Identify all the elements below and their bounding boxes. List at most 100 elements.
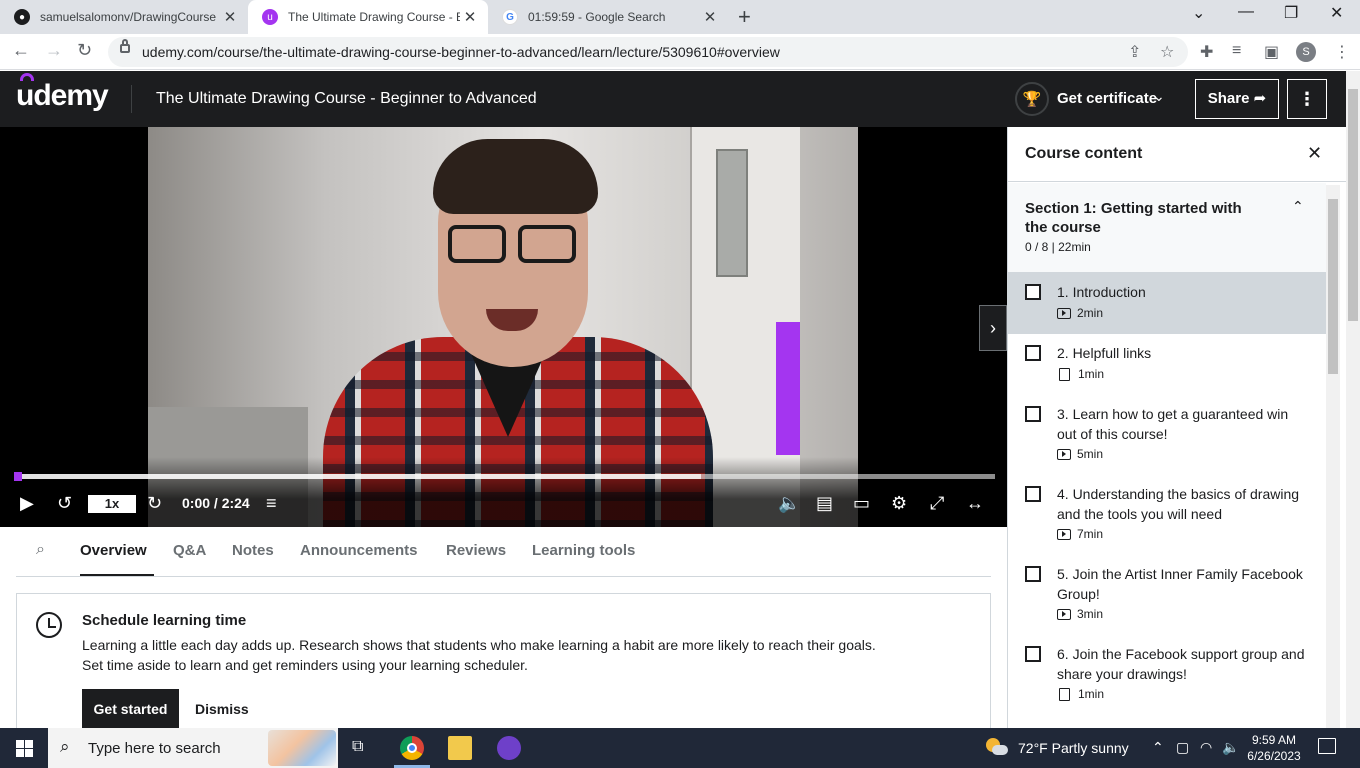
lecture-checkbox[interactable] bbox=[1025, 406, 1041, 422]
schedule-learning-card: Schedule learning time Learning a little… bbox=[16, 593, 991, 743]
video-panel bbox=[716, 149, 748, 277]
tray-chevron-icon[interactable]: ⌃ bbox=[1152, 739, 1164, 756]
back-icon[interactable]: ← bbox=[12, 40, 30, 61]
extensions-icon[interactable]: ✚ bbox=[1200, 42, 1213, 62]
lecture-title: 4. Understanding the basics of drawing a… bbox=[1057, 486, 1300, 522]
tab-learning-tools[interactable]: Learning tools bbox=[532, 542, 635, 559]
chrome-taskbar-icon[interactable] bbox=[400, 736, 424, 760]
weather-text[interactable]: 72°F Partly sunny bbox=[1018, 740, 1129, 756]
udemy-logo[interactable]: udemy bbox=[16, 79, 109, 113]
play-icon[interactable]: ▶ bbox=[20, 493, 34, 514]
close-icon[interactable]: ✕ bbox=[1307, 143, 1322, 164]
search-icon[interactable]: ⌕ bbox=[36, 541, 45, 559]
purple-highlight-bar bbox=[776, 322, 800, 455]
close-window-icon[interactable]: ✕ bbox=[1330, 3, 1343, 23]
tab-overview[interactable]: Overview bbox=[80, 542, 147, 559]
tab-reviews[interactable]: Reviews bbox=[446, 542, 506, 559]
section-header[interactable]: Section 1: Getting started with the cour… bbox=[1008, 183, 1326, 273]
volume-icon[interactable]: 🔈 bbox=[778, 493, 800, 514]
sidebar-scrollbar[interactable] bbox=[1326, 185, 1340, 728]
expand-width-icon[interactable]: ↔ bbox=[966, 493, 984, 514]
page-scrollbar[interactable] bbox=[1346, 71, 1360, 728]
tab-qa[interactable]: Q&A bbox=[173, 542, 206, 559]
lecture-item[interactable]: 3. Learn how to get a guaranteed win out… bbox=[1008, 395, 1326, 475]
add-note-icon[interactable]: ≡ bbox=[266, 493, 277, 514]
next-lecture-arrow-icon[interactable]: › bbox=[979, 305, 1007, 351]
new-tab-icon[interactable]: + bbox=[738, 4, 751, 30]
address-bar: ← → ↻ udemy.com/course/the-ultimate-draw… bbox=[0, 34, 1360, 70]
trophy-icon[interactable]: 🏆 bbox=[1015, 82, 1049, 116]
notification-icon[interactable] bbox=[1318, 738, 1336, 754]
tab-notes[interactable]: Notes bbox=[232, 542, 274, 559]
weather-icon[interactable] bbox=[986, 738, 1008, 758]
close-tab-icon[interactable]: ✕ bbox=[460, 8, 480, 26]
playback-speed-button[interactable]: 1x bbox=[88, 495, 136, 513]
wifi-icon[interactable]: ◠ bbox=[1200, 739, 1212, 756]
share-button[interactable]: Share ➦ bbox=[1195, 79, 1279, 119]
lecture-item[interactable]: 2. Helpfull links 1min bbox=[1008, 334, 1326, 395]
reload-icon[interactable]: ↻ bbox=[77, 40, 92, 61]
video-player[interactable]: › ▶ ↺ 1x ↻ 0:00 / 2:24 ≡ 🔈 ▤ ▭ ⚙ ⤢ ↔ bbox=[0, 127, 1007, 527]
sidebar-scroll-thumb[interactable] bbox=[1328, 199, 1338, 374]
github-desktop-icon[interactable] bbox=[497, 736, 521, 760]
task-view-icon[interactable]: ⧉ bbox=[352, 738, 363, 756]
browser-tab-udemy[interactable]: u The Ultimate Drawing Course - B ✕ bbox=[248, 0, 488, 34]
forward-5s-icon[interactable]: ↻ bbox=[147, 493, 162, 514]
browser-tab-google[interactable]: G 01:59:59 - Google Search ✕ bbox=[488, 0, 728, 34]
video-hair bbox=[433, 139, 598, 214]
tab-announcements[interactable]: Announcements bbox=[300, 542, 418, 559]
forward-icon[interactable]: → bbox=[45, 40, 63, 61]
more-options-button[interactable]: ⋮ bbox=[1287, 79, 1327, 119]
reading-list-icon[interactable]: ≡ bbox=[1232, 42, 1241, 60]
transcript-icon[interactable]: ▤ bbox=[816, 493, 833, 514]
share-page-icon[interactable]: ⇪ bbox=[1128, 42, 1141, 62]
browser-tab-github[interactable]: ● samuelsalomonv/DrawingCourse ✕ bbox=[0, 0, 248, 34]
lecture-item[interactable]: 4. Understanding the basics of drawing a… bbox=[1008, 475, 1326, 555]
clock-date: 6/26/2023 bbox=[1247, 749, 1301, 763]
lecture-checkbox[interactable] bbox=[1025, 566, 1041, 582]
system-clock[interactable]: 9:59 AM 6/26/2023 bbox=[1244, 732, 1304, 764]
close-tab-icon[interactable]: ✕ bbox=[700, 8, 720, 26]
file-explorer-icon[interactable] bbox=[448, 736, 472, 760]
page-scroll-thumb[interactable] bbox=[1348, 89, 1358, 321]
progress-bar[interactable] bbox=[14, 472, 995, 481]
rewind-5s-icon[interactable]: ↺ bbox=[57, 493, 72, 514]
lecture-title: 2. Helpfull links bbox=[1057, 345, 1152, 361]
progress-knob[interactable] bbox=[14, 472, 22, 481]
lecture-item[interactable]: 1. Introduction 2min bbox=[1008, 273, 1326, 334]
get-started-button[interactable]: Get started bbox=[82, 689, 179, 729]
restore-icon[interactable]: ❐ bbox=[1284, 3, 1298, 23]
settings-gear-icon[interactable]: ⚙ bbox=[891, 493, 907, 514]
taskbar-search-box[interactable]: ⌕ Type here to search bbox=[48, 728, 338, 768]
side-panel-icon[interactable]: ▣ bbox=[1264, 42, 1279, 62]
windows-start-icon[interactable] bbox=[16, 740, 33, 757]
bookmark-star-icon[interactable]: ☆ bbox=[1160, 42, 1174, 62]
profile-avatar[interactable]: S bbox=[1296, 42, 1316, 62]
close-tab-icon[interactable]: ✕ bbox=[220, 8, 240, 26]
lecture-checkbox[interactable] bbox=[1025, 646, 1041, 662]
tab-search-chevron-icon[interactable]: ⌄ bbox=[1192, 3, 1205, 23]
chevron-down-icon[interactable]: ⌄ bbox=[1153, 88, 1165, 105]
course-title[interactable]: The Ultimate Drawing Course - Beginner t… bbox=[156, 90, 537, 108]
lecture-checkbox[interactable] bbox=[1025, 345, 1041, 361]
lecture-item[interactable]: 5. Join the Artist Inner Family Facebook… bbox=[1008, 555, 1326, 635]
chevron-up-icon[interactable]: ⌃ bbox=[1292, 198, 1304, 215]
lecture-duration: 1min bbox=[1057, 687, 1104, 701]
lecture-checkbox[interactable] bbox=[1025, 486, 1041, 502]
lecture-item[interactable]: 6. Join the Facebook support group and s… bbox=[1008, 635, 1326, 715]
captions-icon[interactable]: ▭ bbox=[853, 493, 870, 514]
lecture-checkbox[interactable] bbox=[1025, 284, 1041, 300]
lock-icon bbox=[120, 39, 130, 53]
fullscreen-icon[interactable]: ⤢ bbox=[930, 493, 944, 514]
lecture-title: 5. Join the Artist Inner Family Facebook… bbox=[1057, 566, 1303, 602]
volume-tray-icon[interactable]: 🔈 bbox=[1222, 739, 1239, 756]
duration-text: 2min bbox=[1077, 306, 1104, 320]
tray-device-icon[interactable]: ▢ bbox=[1176, 739, 1189, 756]
dismiss-button[interactable]: Dismiss bbox=[195, 701, 249, 717]
browser-menu-icon[interactable]: ⋮ bbox=[1334, 42, 1350, 62]
url-field[interactable]: udemy.com/course/the-ultimate-drawing-co… bbox=[108, 37, 1188, 67]
get-certificate-button[interactable]: Get certificate bbox=[1057, 90, 1157, 107]
minimize-icon[interactable]: — bbox=[1238, 3, 1254, 21]
video-icon bbox=[1057, 608, 1071, 620]
video-icon bbox=[1057, 528, 1071, 540]
